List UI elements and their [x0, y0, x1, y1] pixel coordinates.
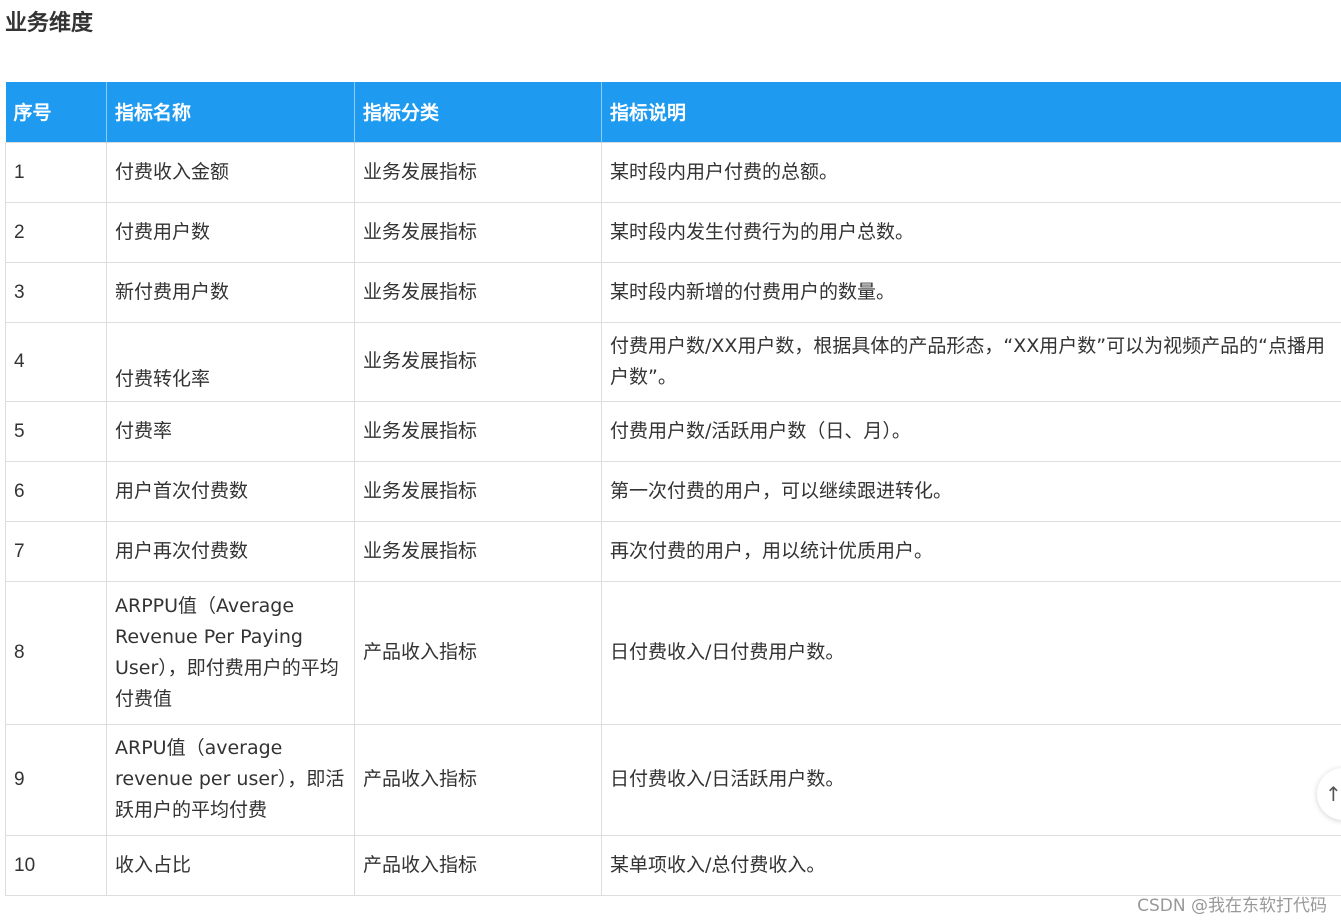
row-metric-description: 某时段内用户付费的总额。 — [601, 141, 1341, 203]
row-metric-name: 付费用户数 — [106, 201, 355, 263]
row-metric-category: 产品收入指标 — [354, 580, 602, 725]
row-index: 2 — [5, 201, 107, 263]
row-metric-category: 业务发展指标 — [354, 201, 602, 263]
watermark: CSDN @我在东软打代码 — [1137, 896, 1327, 916]
row-metric-description: 付费用户数/XX用户数，根据具体的产品形态，“XX用户数”可以为视频产品的“点播… — [601, 321, 1341, 402]
row-metric-name: ARPU值（average revenue per user），即活跃用户的平均… — [106, 723, 355, 836]
arrow-up-icon: ↑ — [1325, 782, 1341, 806]
row-index: 4 — [5, 321, 107, 402]
header-index: 序号 — [5, 82, 107, 142]
table-row: 2 付费用户数 业务发展指标 某时段内发生付费行为的用户总数。 — [5, 201, 1341, 263]
row-index: 8 — [5, 580, 107, 725]
row-metric-name: 付费率 — [106, 400, 355, 462]
row-index: 5 — [5, 400, 107, 462]
row-metric-category: 业务发展指标 — [354, 520, 602, 582]
table-row: 5 付费率 业务发展指标 付费用户数/活跃用户数（日、月）。 — [5, 400, 1341, 462]
row-metric-name: 收入占比 — [106, 834, 355, 896]
row-metric-category: 产品收入指标 — [354, 723, 602, 836]
row-metric-name: 用户首次付费数 — [106, 460, 355, 522]
header-metric-description: 指标说明 — [601, 82, 1341, 142]
row-metric-description: 日付费收入/日活跃用户数。 — [601, 723, 1341, 836]
table-row: 7 用户再次付费数 业务发展指标 再次付费的用户，用以统计优质用户。 — [5, 520, 1341, 582]
row-metric-category: 业务发展指标 — [354, 400, 602, 462]
row-metric-name: 付费转化率 — [106, 321, 355, 402]
row-index: 9 — [5, 723, 107, 836]
row-metric-name: 付费收入金额 — [106, 141, 355, 203]
row-metric-name: 用户再次付费数 — [106, 520, 355, 582]
row-index: 10 — [5, 834, 107, 896]
row-metric-description: 某时段内新增的付费用户的数量。 — [601, 261, 1341, 323]
table-row: 10 收入占比 产品收入指标 某单项收入/总付费收入。 — [5, 834, 1341, 896]
row-metric-description: 某单项收入/总付费收入。 — [601, 834, 1341, 896]
row-metric-description: 第一次付费的用户，可以继续跟进转化。 — [601, 460, 1341, 522]
header-metric-name: 指标名称 — [106, 82, 355, 142]
row-metric-category: 业务发展指标 — [354, 460, 602, 522]
row-metric-description: 某时段内发生付费行为的用户总数。 — [601, 201, 1341, 263]
row-metric-category: 产品收入指标 — [354, 834, 602, 896]
table-row: 9 ARPU值（average revenue per user），即活跃用户的… — [5, 723, 1341, 836]
table-row: 8 ARPPU值（Average Revenue Per Paying User… — [5, 580, 1341, 725]
row-metric-name: 新付费用户数 — [106, 261, 355, 323]
row-metric-category: 业务发展指标 — [354, 321, 602, 402]
table-row: 6 用户首次付费数 业务发展指标 第一次付费的用户，可以继续跟进转化。 — [5, 460, 1341, 522]
row-index: 1 — [5, 141, 107, 203]
table-header-row: 序号 指标名称 指标分类 指标说明 — [5, 82, 1341, 142]
section-heading: 业务维度 — [5, 11, 94, 36]
table-row: 1 付费收入金额 业务发展指标 某时段内用户付费的总额。 — [5, 141, 1341, 203]
row-index: 3 — [5, 261, 107, 323]
row-index: 7 — [5, 520, 107, 582]
header-metric-category: 指标分类 — [354, 82, 602, 142]
row-metric-category: 业务发展指标 — [354, 141, 602, 203]
row-metric-description: 日付费收入/日付费用户数。 — [601, 580, 1341, 725]
row-metric-description: 再次付费的用户，用以统计优质用户。 — [601, 520, 1341, 582]
row-index: 6 — [5, 460, 107, 522]
row-metric-description: 付费用户数/活跃用户数（日、月）。 — [601, 400, 1341, 462]
table-row: 4 付费转化率 业务发展指标 付费用户数/XX用户数，根据具体的产品形态，“XX… — [5, 321, 1341, 402]
table-row: 3 新付费用户数 业务发展指标 某时段内新增的付费用户的数量。 — [5, 261, 1341, 323]
row-metric-name: ARPPU值（Average Revenue Per Paying User），… — [106, 580, 355, 725]
row-metric-category: 业务发展指标 — [354, 261, 602, 323]
metrics-table: 序号 指标名称 指标分类 指标说明 1 付费收入金额 业务发展指标 某时段内用户… — [5, 82, 1341, 896]
